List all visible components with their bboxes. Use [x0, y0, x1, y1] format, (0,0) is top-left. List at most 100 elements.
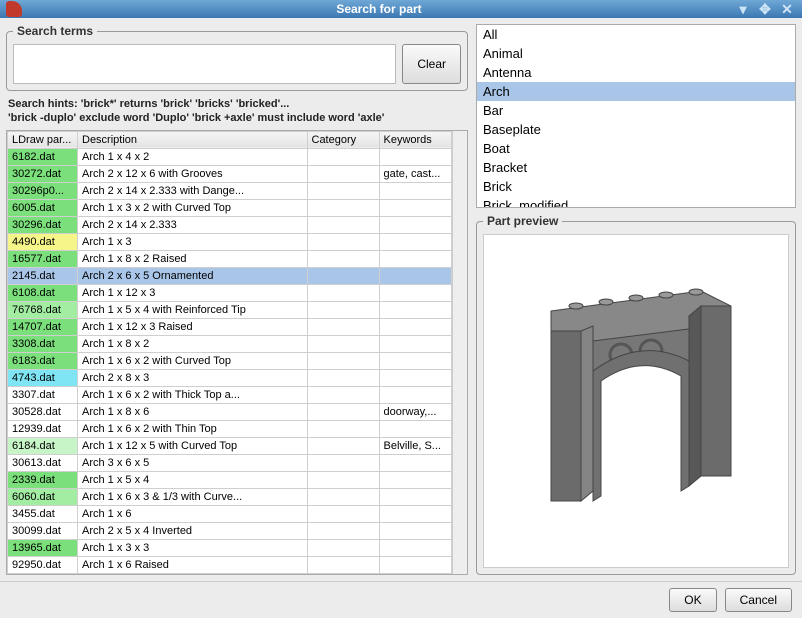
table-row[interactable]: 3307.datArch 1 x 6 x 2 with Thick Top a.…: [8, 386, 452, 403]
window-title: Search for part: [28, 2, 730, 16]
cell: [307, 148, 379, 165]
cell: 6182.dat: [8, 148, 78, 165]
table-row[interactable]: 4743.datArch 2 x 8 x 3: [8, 369, 452, 386]
cell: Arch 2 x 14 x 2.333: [78, 216, 308, 233]
table-row[interactable]: 6183.datArch 1 x 6 x 2 with Curved Top: [8, 352, 452, 369]
cell: [379, 539, 451, 556]
table-row[interactable]: 30613.datArch 3 x 6 x 5: [8, 454, 452, 471]
cell: [307, 369, 379, 386]
table-row[interactable]: 14707.datArch 1 x 12 x 3 Raised: [8, 318, 452, 335]
table-row[interactable]: 6182.datArch 1 x 4 x 2: [8, 148, 452, 165]
category-item[interactable]: Boat: [477, 139, 795, 158]
cell: Arch 1 x 12 x 3: [78, 284, 308, 301]
cell: [307, 437, 379, 454]
search-fieldset: Search terms Clear: [6, 24, 468, 91]
cell: 13965.dat: [8, 539, 78, 556]
table-row[interactable]: 30296p0...Arch 2 x 14 x 2.333 with Dange…: [8, 182, 452, 199]
clear-button[interactable]: Clear: [402, 44, 461, 84]
table-row[interactable]: 4490.datArch 1 x 3: [8, 233, 452, 250]
close-icon[interactable]: ✕: [778, 0, 796, 18]
cell: [307, 318, 379, 335]
category-item[interactable]: Brick, modified: [477, 196, 795, 208]
category-item[interactable]: Baseplate: [477, 120, 795, 139]
table-row[interactable]: 13965.datArch 1 x 3 x 3: [8, 539, 452, 556]
table-scrollbar[interactable]: [452, 131, 468, 574]
cell: Arch 1 x 8 x 2 Raised: [78, 250, 308, 267]
table-row[interactable]: 6005.datArch 1 x 3 x 2 with Curved Top: [8, 199, 452, 216]
cell: Arch 2 x 14 x 2.333 with Dange...: [78, 182, 308, 199]
category-list[interactable]: AllAnimalAntennaArchBarBaseplateBoatBrac…: [476, 24, 796, 208]
cell: Arch 1 x 3 x 2 with Curved Top: [78, 199, 308, 216]
column-header[interactable]: Keywords: [379, 131, 451, 148]
cell: [379, 335, 451, 352]
table-row[interactable]: 92950.datArch 1 x 6 Raised: [8, 556, 452, 573]
table-row[interactable]: 2145.datArch 2 x 6 x 5 Ornamented: [8, 267, 452, 284]
cell: Arch 2 x 12 x 6 with Grooves: [78, 165, 308, 182]
table-row[interactable]: 3455.datArch 1 x 6: [8, 505, 452, 522]
cell: 6060.dat: [8, 488, 78, 505]
search-input[interactable]: [13, 44, 396, 84]
table-row[interactable]: 12939.datArch 1 x 6 x 2 with Thin Top: [8, 420, 452, 437]
category-item[interactable]: Antenna: [477, 63, 795, 82]
cell: Arch 1 x 3: [78, 233, 308, 250]
cell: Arch 1 x 6 x 2 with Thin Top: [78, 420, 308, 437]
category-item[interactable]: Animal: [477, 44, 795, 63]
cell: [307, 284, 379, 301]
cell: Arch 1 x 8 x 2: [78, 335, 308, 352]
cell: [379, 505, 451, 522]
column-header[interactable]: LDraw par...: [8, 131, 78, 148]
cell: 2339.dat: [8, 471, 78, 488]
cell: [379, 369, 451, 386]
category-item[interactable]: Bracket: [477, 158, 795, 177]
ok-button[interactable]: OK: [669, 588, 716, 612]
cell: [307, 335, 379, 352]
cell: [379, 233, 451, 250]
table-row[interactable]: 30099.datArch 2 x 5 x 4 Inverted: [8, 522, 452, 539]
maximize-icon[interactable]: ✥: [756, 0, 774, 18]
table-row[interactable]: 30528.datArch 1 x 8 x 6doorway,...: [8, 403, 452, 420]
column-header[interactable]: Description: [78, 131, 308, 148]
cell: Arch 1 x 5 x 4: [78, 471, 308, 488]
cell: [307, 539, 379, 556]
table-row[interactable]: 16577.datArch 1 x 8 x 2 Raised: [8, 250, 452, 267]
cell: 3455.dat: [8, 505, 78, 522]
cell: Arch 1 x 6 x 2 with Thick Top a...: [78, 386, 308, 403]
cell: 6108.dat: [8, 284, 78, 301]
table-row[interactable]: 6108.datArch 1 x 12 x 3: [8, 284, 452, 301]
cell: Arch 1 x 6 Raised: [78, 556, 308, 573]
column-header[interactable]: Category: [307, 131, 379, 148]
results-table-wrap[interactable]: LDraw par...DescriptionCategoryKeywords …: [6, 130, 468, 575]
table-row[interactable]: 6184.datArch 1 x 12 x 5 with Curved TopB…: [8, 437, 452, 454]
table-row[interactable]: 30272.datArch 2 x 12 x 6 with Groovesgat…: [8, 165, 452, 182]
cell: [379, 199, 451, 216]
hint-line-1: Search hints: 'brick*' returns 'brick' '…: [8, 97, 466, 111]
cell: 6184.dat: [8, 437, 78, 454]
cell: [379, 182, 451, 199]
table-row[interactable]: 2339.datArch 1 x 5 x 4: [8, 471, 452, 488]
cell: [379, 267, 451, 284]
cell: [307, 301, 379, 318]
cell: [379, 250, 451, 267]
minimize-icon[interactable]: ▾: [734, 0, 752, 18]
category-item[interactable]: Bar: [477, 101, 795, 120]
cell: [379, 454, 451, 471]
cell: [307, 505, 379, 522]
table-row[interactable]: 6060.datArch 1 x 6 x 3 & 1/3 with Curve.…: [8, 488, 452, 505]
category-item[interactable]: All: [477, 25, 795, 44]
category-item[interactable]: Arch: [477, 82, 795, 101]
cell: [307, 420, 379, 437]
table-row[interactable]: 3308.datArch 1 x 8 x 2: [8, 335, 452, 352]
cell: 76768.dat: [8, 301, 78, 318]
results-table: LDraw par...DescriptionCategoryKeywords …: [7, 131, 452, 574]
app-icon: [6, 1, 22, 17]
cell: 6183.dat: [8, 352, 78, 369]
cell: [379, 216, 451, 233]
cell: Arch 1 x 12 x 5 with Curved Top: [78, 437, 308, 454]
table-row[interactable]: 30296.datArch 2 x 14 x 2.333: [8, 216, 452, 233]
table-row[interactable]: 76768.datArch 1 x 5 x 4 with Reinforced …: [8, 301, 452, 318]
cell: [307, 216, 379, 233]
category-item[interactable]: Brick: [477, 177, 795, 196]
search-hints: Search hints: 'brick*' returns 'brick' '…: [8, 97, 466, 126]
cancel-button[interactable]: Cancel: [725, 588, 792, 612]
cell: [379, 318, 451, 335]
